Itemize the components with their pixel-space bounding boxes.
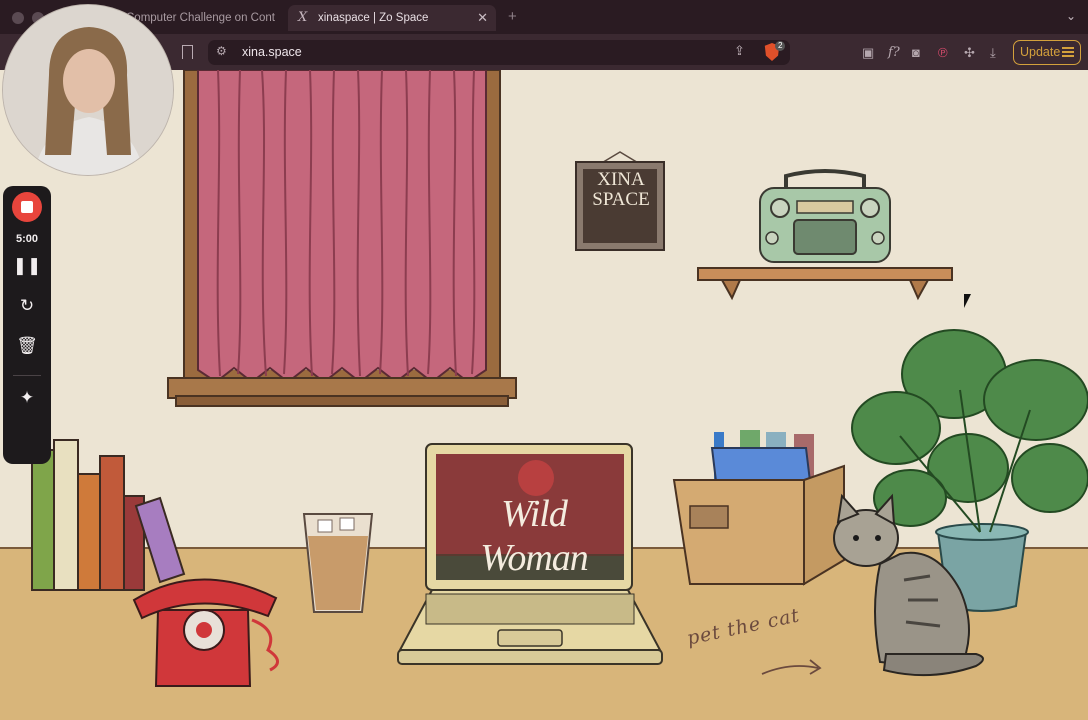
sign-line-2: SPACE [592, 189, 650, 210]
sign-line-1: XINA [597, 169, 645, 190]
confetti-icon[interactable]: ✦ [3, 388, 51, 408]
tab-xinaspace[interactable]: X xinaspace | Zo Space ✕ [288, 5, 496, 31]
extension-fx-icon[interactable]: f? [888, 45, 900, 60]
window-close-button[interactable] [12, 12, 24, 24]
window [167, 70, 517, 407]
update-button[interactable]: Update [1013, 40, 1081, 65]
divider [13, 375, 41, 376]
trash-icon[interactable]: 🗑 [3, 336, 51, 356]
tab-bar: Computer Challenge on Cont X xinaspace |… [0, 0, 1088, 34]
tab-title: xinaspace | Zo Space [318, 12, 429, 24]
room-illustration [0, 70, 1088, 720]
tab-title: Computer Challenge on Cont [126, 12, 275, 24]
download-icon[interactable]: ⤓ [990, 45, 996, 61]
laptop-screen-title[interactable]: Wild Woman [444, 492, 624, 580]
share-icon[interactable]: ⇪ [734, 43, 745, 59]
extensions-puzzle-icon[interactable]: ✣ [964, 45, 975, 61]
new-tab-button[interactable]: + [508, 8, 517, 25]
recording-controls: 5:00 ❚❚ ↻ 🗑 ✦ [3, 186, 51, 464]
webcam-bubble[interactable] [2, 4, 174, 176]
extension-camera-icon[interactable]: ◙ [912, 45, 920, 60]
sign-label: XINA SPACE [582, 170, 660, 210]
pause-icon[interactable]: ❚❚ [3, 256, 51, 276]
bookmark-icon[interactable] [182, 45, 193, 59]
curtain [197, 70, 487, 384]
x-logo-favicon-icon: X [298, 10, 308, 25]
url-text[interactable]: xina.space [242, 45, 302, 59]
site-settings-icon[interactable]: ⚙ [216, 44, 227, 58]
tab-close-icon[interactable]: ✕ [477, 5, 488, 31]
webcam-person [3, 5, 173, 175]
recording-timer: 5:00 [15, 233, 39, 245]
stop-recording-button[interactable] [12, 192, 42, 222]
pinterest-icon[interactable]: ℗ [938, 45, 948, 60]
update-label: Update [1020, 45, 1061, 59]
iced-coffee [302, 513, 374, 613]
menu-icon [1062, 47, 1074, 57]
restart-icon[interactable]: ↻ [3, 296, 51, 316]
extension-screen-icon[interactable]: ▣ [862, 45, 874, 61]
room-scene: XINA SPACE Wild Woman pet the cat [0, 70, 1088, 720]
mouse-cursor-icon [964, 294, 971, 308]
tab-list-chevron-icon[interactable]: ⌄ [1066, 9, 1076, 23]
